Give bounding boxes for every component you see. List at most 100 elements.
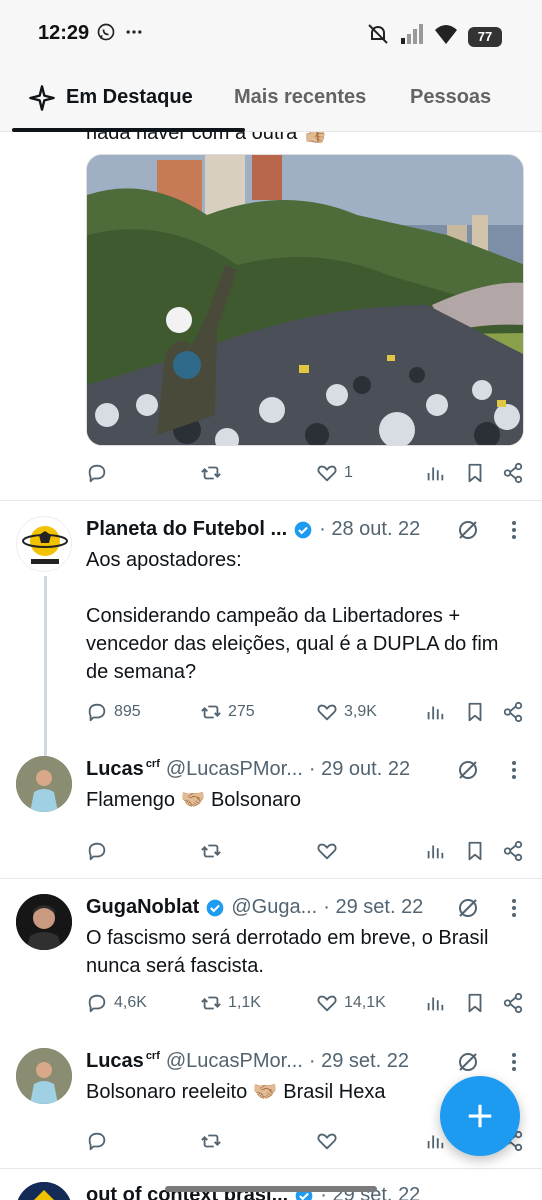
bookmark-icon — [468, 993, 482, 1013]
share-button[interactable] — [502, 840, 524, 862]
tweet-text: O fascismo será derrotado em breve, o Br… — [86, 927, 494, 977]
tweet-header-actions — [456, 1050, 524, 1074]
reply-icon — [88, 1132, 106, 1151]
thread-line — [44, 576, 47, 756]
views-icon — [427, 1135, 444, 1149]
retweet-icon — [201, 1134, 221, 1148]
grok-icon[interactable] — [456, 758, 480, 782]
mute-icon — [366, 22, 390, 51]
tweet-header: GugaNoblat @Guga... · 29 set. 22 — [86, 896, 423, 919]
like-count: 14,1K — [344, 994, 386, 1011]
retweet-button[interactable] — [200, 840, 222, 862]
divider — [0, 878, 542, 879]
user-handle[interactable]: @LucasPMor... — [166, 758, 303, 781]
reply-icon — [88, 842, 106, 861]
like-button[interactable]: 1 — [316, 462, 353, 484]
user-handle[interactable]: @Guga... — [231, 896, 317, 919]
divider — [0, 500, 542, 501]
share-icon — [503, 840, 523, 862]
heart-icon — [317, 843, 337, 860]
share-button[interactable] — [502, 462, 524, 484]
retweet-icon — [201, 705, 221, 719]
avatar-planeta-do-futebol[interactable] — [16, 516, 72, 572]
display-name[interactable]: Lucas crf — [86, 758, 160, 781]
more-options-icon[interactable] — [504, 758, 524, 782]
tweet-header-actions — [456, 758, 524, 782]
more-options-icon[interactable] — [504, 518, 524, 542]
display-name[interactable]: Lucas crf — [86, 1050, 160, 1073]
more-options-icon[interactable] — [504, 896, 524, 920]
reply-button[interactable] — [86, 462, 108, 484]
like-button[interactable]: 3,9K — [316, 701, 377, 723]
tweet-text: Flamengo 🤝🏼 Bolsonaro — [86, 789, 302, 811]
like-button[interactable] — [316, 1130, 338, 1152]
retweet-button[interactable]: 275 — [200, 701, 255, 723]
avatar-out-of-context-brasil[interactable] — [16, 1182, 72, 1200]
avatar-lucas[interactable] — [16, 1048, 72, 1104]
reply-button[interactable] — [86, 1130, 108, 1152]
reply-icon — [88, 703, 106, 722]
more-options-icon[interactable] — [504, 1050, 524, 1074]
bookmark-icon — [468, 841, 482, 861]
retweet-count: 275 — [228, 703, 255, 720]
grok-icon[interactable] — [456, 1050, 480, 1074]
avatar-guganoblat[interactable] — [16, 894, 72, 950]
tweet-header: Lucas crf @LucasPMor... · 29 out. 22 — [86, 758, 410, 781]
retweet-button[interactable] — [200, 462, 222, 484]
like-button[interactable]: 14,1K — [316, 992, 386, 1014]
reply-button[interactable] — [86, 840, 108, 862]
reply-button[interactable]: 895 — [86, 701, 141, 723]
tab-pessoas[interactable]: Pessoas — [410, 86, 491, 109]
bookmark-button[interactable] — [464, 840, 486, 862]
bookmark-button[interactable] — [464, 701, 486, 723]
user-handle[interactable]: @LucasPMor... — [166, 1050, 303, 1073]
name-badge-text: crf — [145, 758, 160, 771]
share-icon — [503, 462, 523, 484]
views-button[interactable] — [424, 701, 446, 723]
tweet-date[interactable]: · 29 out. 22 — [309, 758, 410, 781]
views-button[interactable] — [424, 992, 446, 1014]
grok-icon[interactable] — [456, 518, 480, 542]
retweet-icon — [201, 844, 221, 858]
reply-button[interactable]: 4,6K — [86, 992, 147, 1014]
tweet-media-image[interactable] — [86, 154, 524, 446]
tab-em-destaque[interactable]: Em Destaque — [66, 86, 193, 109]
compose-tweet-button[interactable] — [440, 1076, 520, 1156]
retweet-icon — [201, 466, 221, 480]
person-photo — [16, 1048, 72, 1104]
avatar-lucas[interactable] — [16, 756, 72, 812]
status-left-icons — [96, 22, 144, 47]
grok-icon[interactable] — [456, 896, 480, 920]
motorcycle-crowd-photo — [87, 155, 523, 445]
tab-mais-recentes[interactable]: Mais recentes — [234, 86, 366, 109]
views-button[interactable] — [424, 1130, 446, 1152]
display-name[interactable]: GugaNoblat — [86, 896, 199, 919]
bookmark-button[interactable] — [464, 992, 486, 1014]
tweet-header: Lucas crf @LucasPMor... · 29 set. 22 — [86, 1050, 409, 1073]
display-name[interactable]: Planeta do Futebol ... — [86, 518, 287, 541]
status-time: 12:29 — [38, 22, 90, 44]
tweet-text-partial: nada haver com a outra 👍🏼 — [86, 132, 328, 144]
views-icon — [427, 845, 444, 859]
retweet-button[interactable] — [200, 1130, 222, 1152]
views-button[interactable] — [424, 462, 446, 484]
person-photo — [16, 756, 72, 812]
tweet-date[interactable]: · 29 set. 22 — [309, 1050, 409, 1073]
name-badge-text: crf — [145, 1050, 160, 1063]
tweet-feed[interactable]: nada haver com a outra 👍🏼 1 Planeta do F… — [0, 132, 542, 1200]
tweet-date[interactable]: · 28 out. 22 — [319, 518, 420, 541]
battery-indicator: 77 — [468, 26, 502, 47]
bookmark-button[interactable] — [464, 462, 486, 484]
share-button[interactable] — [502, 701, 524, 723]
views-button[interactable] — [424, 840, 446, 862]
home-indicator[interactable] — [165, 1186, 377, 1192]
tweet-header-actions — [456, 518, 524, 542]
share-icon — [503, 701, 523, 723]
reply-icon — [88, 464, 106, 483]
retweet-button[interactable]: 1,1K — [200, 992, 261, 1014]
like-button[interactable] — [316, 840, 338, 862]
tweet-date[interactable]: · 29 set. 22 — [323, 896, 423, 919]
tweet-actions: 1 — [86, 458, 526, 488]
share-button[interactable] — [502, 992, 524, 1014]
views-icon — [427, 467, 444, 481]
